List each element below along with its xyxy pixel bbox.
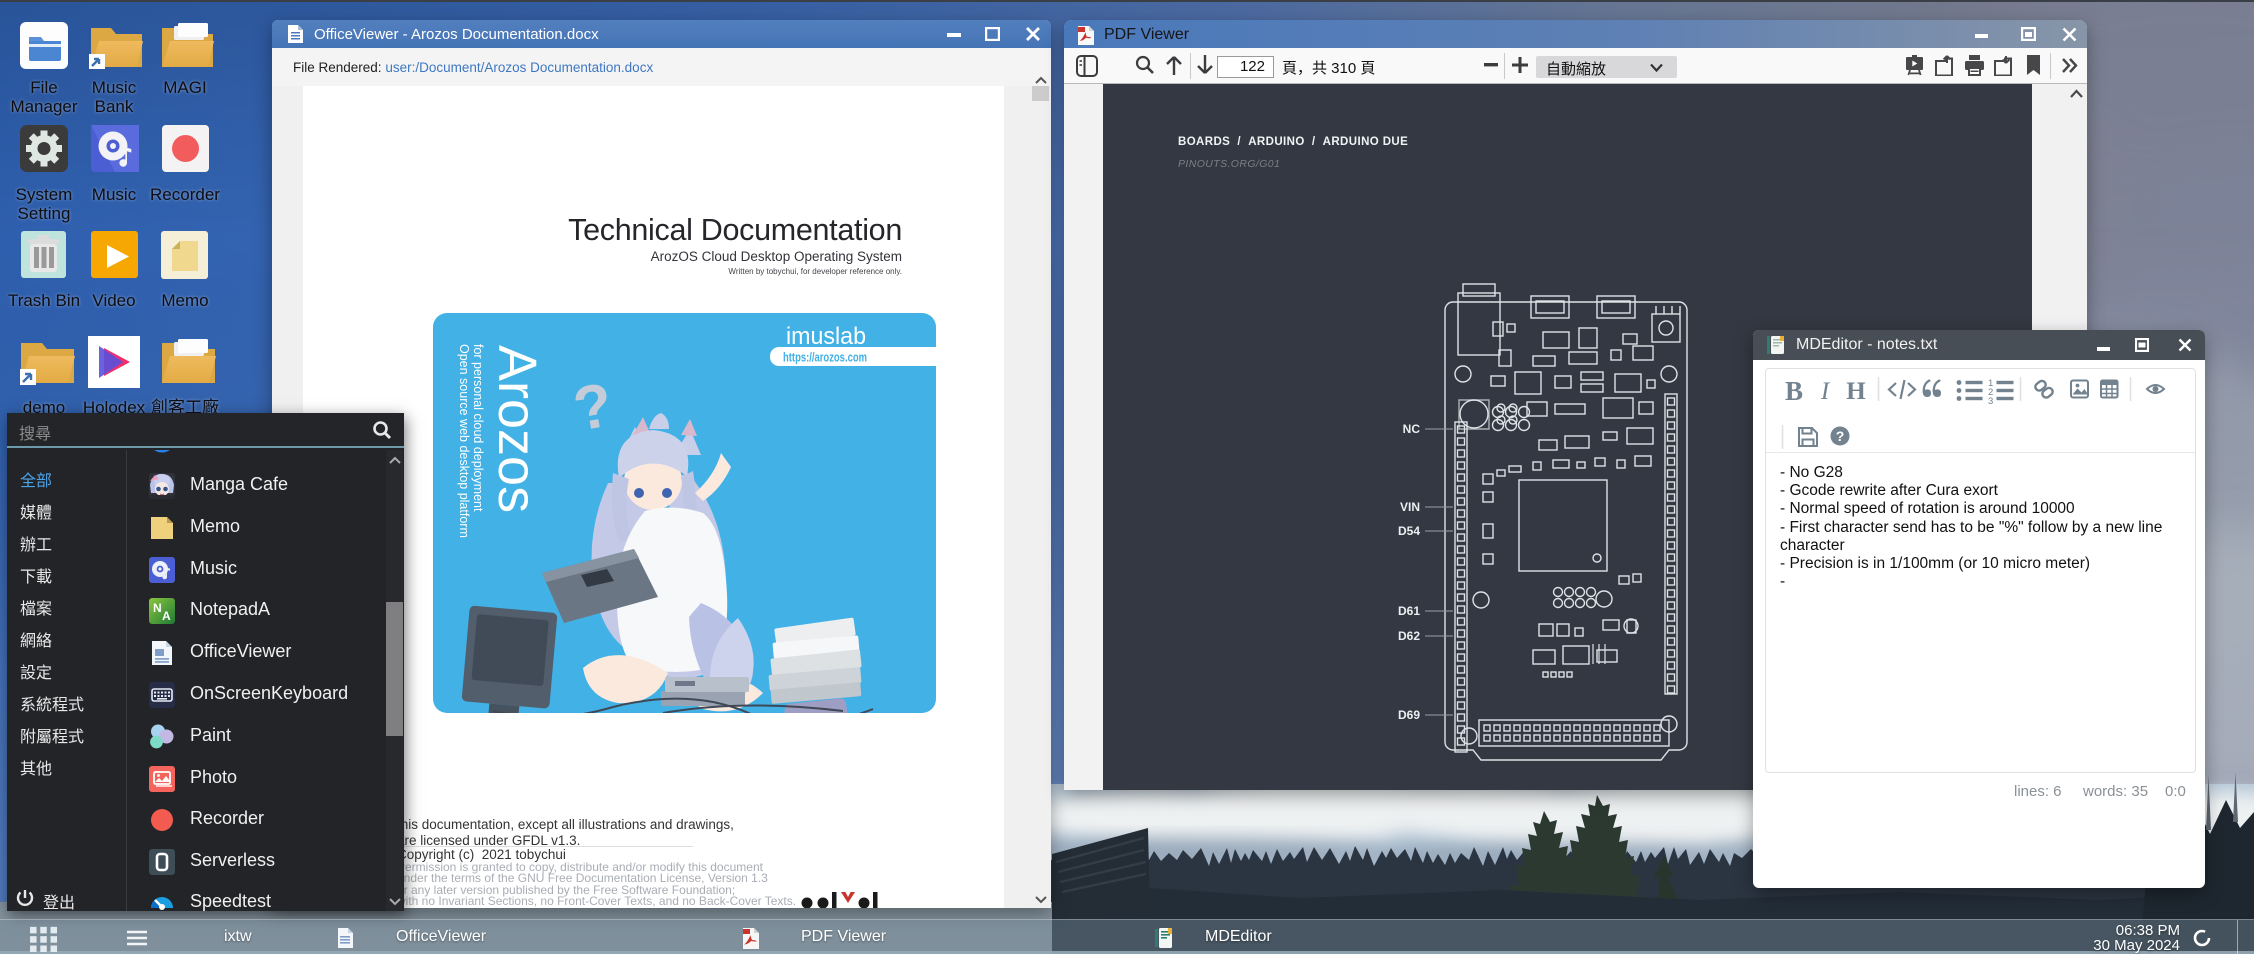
svg-text:Open source web desktop platfo: Open source web desktop platform: [457, 344, 471, 538]
svg-text:H: H: [1846, 378, 1866, 405]
svg-text:I: I: [1820, 378, 1831, 405]
svg-text:?: ?: [1836, 428, 1845, 444]
svg-text:NC: NC: [1403, 422, 1421, 436]
svg-text:PINOUTS.ORG/G01: PINOUTS.ORG/G01: [1178, 158, 1280, 170]
svg-text:D62: D62: [1398, 629, 1420, 643]
svg-text:3: 3: [1988, 396, 1993, 407]
svg-text:imuslab: imuslab: [786, 323, 866, 350]
svg-text:https://arozos.com: https://arozos.com: [783, 350, 867, 365]
svg-text:N: N: [153, 601, 162, 615]
svg-text:for personal cloud deployment: for personal cloud deployment: [471, 344, 485, 512]
svg-text:D54: D54: [1398, 524, 1420, 538]
svg-text:BOARDS / ARDUINO / ARDUINO: BOARDS / ARDUINO / ARDUINO DUE: [1178, 136, 1408, 148]
svg-text:A: A: [162, 609, 171, 623]
svg-text:D69: D69: [1398, 708, 1420, 722]
svg-text:VIN: VIN: [1400, 500, 1420, 514]
svg-text:B: B: [1785, 376, 1803, 406]
svg-text:D61: D61: [1398, 604, 1420, 618]
svg-text:Arozos: Arozos: [487, 345, 547, 513]
